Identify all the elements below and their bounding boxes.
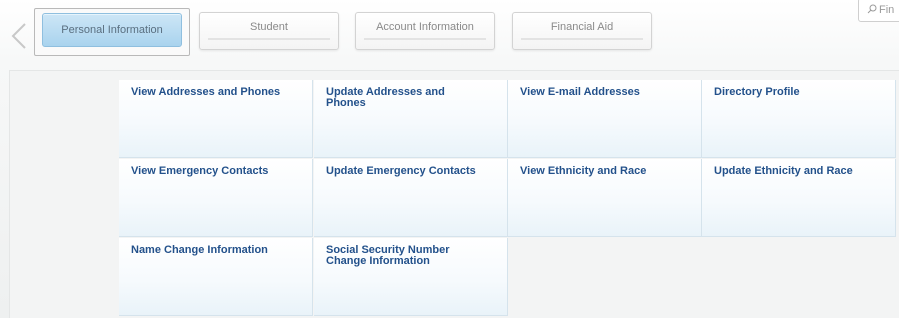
search-input[interactable]: Fin [858,0,899,22]
tile-link[interactable]: Update Emergency Contacts [326,166,498,177]
tile-view-addresses-and-phones[interactable]: View Addresses and Phones [119,80,313,158]
tile-link[interactable]: Update Addresses and Phones [326,87,466,109]
tile-view-emergency-contacts[interactable]: View Emergency Contacts [119,159,313,237]
tab-label: Student [250,21,288,33]
tile-link[interactable]: View Ethnicity and Race [520,166,692,177]
tile-update-ethnicity-and-race[interactable]: Update Ethnicity and Race [702,159,896,237]
tab-financial-aid[interactable]: Financial Aid [512,12,652,50]
tab-label: Financial Aid [550,21,614,33]
tab-account-information[interactable]: Account Information [355,12,495,50]
tile-view-email-addresses[interactable]: View E-mail Addresses [508,80,702,158]
tile-name-change-information[interactable]: Name Change Information [119,238,313,316]
tile-link[interactable]: View Addresses and Phones [131,87,303,98]
tab-label: Personal Information [61,24,163,36]
tile-link[interactable]: Update Ethnicity and Race [714,166,886,177]
search-placeholder: Fin [879,4,895,16]
tab-student[interactable]: Student [199,12,339,50]
tile-view-ethnicity-and-race[interactable]: View Ethnicity and Race [508,159,702,237]
tile-ssn-change-information[interactable]: Social Security Number Change Informatio… [314,238,508,316]
tile-directory-profile[interactable]: Directory Profile [702,80,896,158]
tile-link[interactable]: Name Change Information [131,245,303,256]
chevron-left-icon[interactable] [8,22,30,50]
tile-link[interactable]: Directory Profile [714,87,886,98]
tab-label: Account Information [376,21,474,33]
tile-link[interactable]: Social Security Number Change Informatio… [326,245,466,267]
tab-personal-information[interactable]: Personal Information [42,13,182,47]
tab-underline [521,38,643,40]
tab-underline [364,38,486,40]
tab-underline [208,38,330,40]
tile-link[interactable]: View E-mail Addresses [520,87,692,98]
tile-update-addresses-and-phones[interactable]: Update Addresses and Phones [314,80,508,158]
tile-link[interactable]: View Emergency Contacts [131,166,303,177]
search-icon [867,4,877,17]
tile-update-emergency-contacts[interactable]: Update Emergency Contacts [314,159,508,237]
